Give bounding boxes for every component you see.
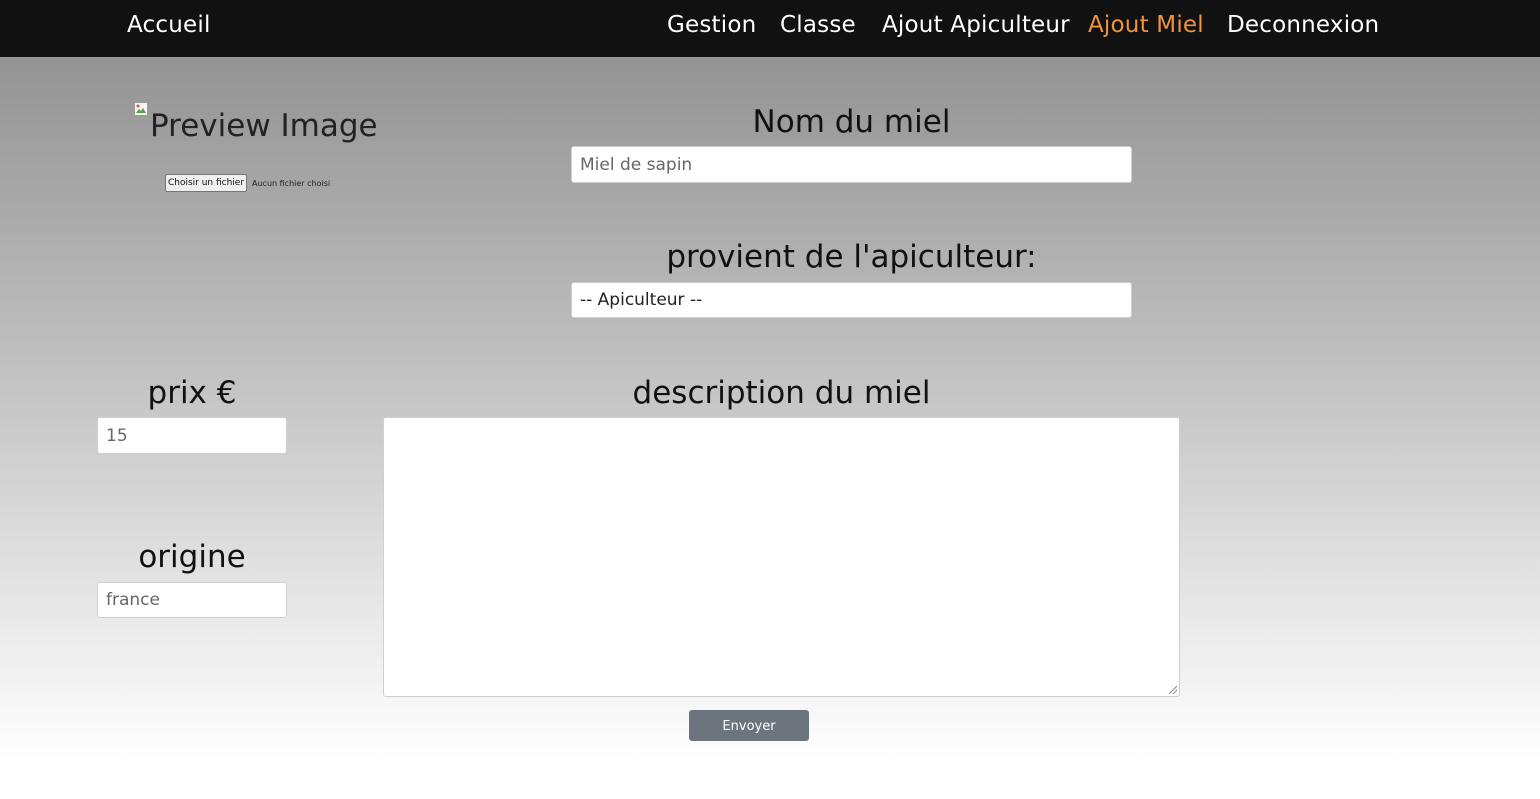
honey-name-input[interactable]: Miel de sapin	[571, 146, 1132, 183]
nav-brand-accueil[interactable]: Accueil	[127, 10, 211, 40]
nav-link-gestion[interactable]: Gestion	[667, 10, 756, 40]
price-label: prix €	[147, 375, 237, 411]
file-status-text: Aucun fichier choisi	[252, 179, 331, 188]
preview-alt-text: Preview Image	[150, 108, 378, 144]
nav-link-classe[interactable]: Classe	[780, 10, 856, 40]
description-textarea[interactable]	[383, 417, 1180, 697]
beekeeper-selected-value: -- Apiculteur --	[580, 290, 703, 310]
nav-link-ajout-miel[interactable]: Ajout Miel	[1088, 10, 1204, 40]
origin-input[interactable]: france	[97, 582, 287, 618]
resize-grip-icon[interactable]	[1169, 686, 1177, 694]
nav-link-deconnexion[interactable]: Deconnexion	[1227, 10, 1379, 40]
submit-button[interactable]: Envoyer	[689, 710, 809, 741]
beekeeper-label: provient de l'apiculteur:	[666, 239, 1037, 275]
price-placeholder: 15	[106, 425, 128, 446]
description-label: description du miel	[632, 375, 931, 411]
choose-file-button[interactable]: Choisir un fichier	[165, 174, 247, 192]
honey-name-placeholder: Miel de sapin	[580, 154, 693, 175]
honey-name-label: Nom du miel	[752, 104, 951, 140]
broken-image-icon	[134, 102, 148, 116]
beekeeper-select[interactable]: -- Apiculteur --	[571, 282, 1132, 318]
nav-link-ajout-apiculteur[interactable]: Ajout Apiculteur	[882, 10, 1070, 40]
origin-placeholder: france	[106, 590, 160, 610]
top-navbar: Accueil Gestion Classe Ajout Apiculteur …	[0, 0, 1540, 57]
origin-label: origine	[138, 539, 246, 575]
price-input[interactable]: 15	[97, 417, 287, 454]
